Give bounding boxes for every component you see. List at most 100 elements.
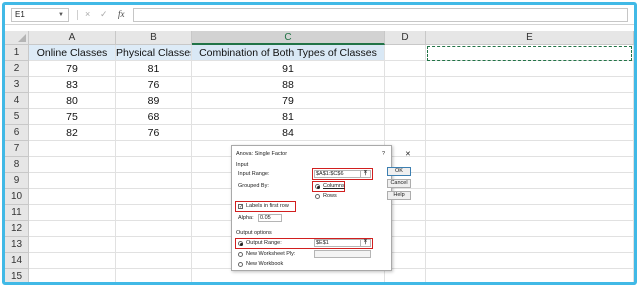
cell-e13[interactable] [426, 237, 634, 253]
cell-e8[interactable] [426, 157, 634, 173]
row-header-10[interactable]: 10 [5, 189, 29, 205]
column-header-d[interactable]: D [385, 31, 426, 45]
cell-b6[interactable]: 76 [116, 125, 192, 141]
cell-b7[interactable] [116, 141, 192, 157]
cell-c1[interactable]: Combination of Both Types of Classes [192, 45, 385, 61]
alpha-field[interactable]: 0.05 [258, 214, 282, 222]
cell-a5[interactable]: 75 [29, 109, 116, 125]
enter-check-icon[interactable]: ✓ [100, 8, 108, 21]
cell-e7[interactable] [426, 141, 634, 157]
cell-a15[interactable] [29, 269, 116, 282]
output-range-radio[interactable] [238, 241, 243, 246]
cell-a14[interactable] [29, 253, 116, 269]
help-icon[interactable]: ? [382, 151, 385, 158]
cell-e10[interactable] [426, 189, 634, 205]
cell-d15[interactable] [385, 269, 426, 282]
output-range-field[interactable]: $E$1 ⤒ [314, 239, 371, 247]
row-header-12[interactable]: 12 [5, 221, 29, 237]
cancel-icon[interactable]: × [85, 8, 90, 21]
column-header-c[interactable]: C [192, 31, 385, 45]
cell-a12[interactable] [29, 221, 116, 237]
row-header-9[interactable]: 9 [5, 173, 29, 189]
cell-a7[interactable] [29, 141, 116, 157]
cell-d6[interactable] [385, 125, 426, 141]
ok-button[interactable]: OK [387, 167, 411, 176]
row-header-7[interactable]: 7 [5, 141, 29, 157]
rows-radio[interactable] [315, 194, 320, 199]
cancel-button[interactable]: Cancel [387, 179, 411, 188]
row-header-14[interactable]: 14 [5, 253, 29, 269]
row-header-8[interactable]: 8 [5, 157, 29, 173]
cell-c6[interactable]: 84 [192, 125, 385, 141]
cell-e5[interactable] [426, 109, 634, 125]
cell-e2[interactable] [426, 61, 634, 77]
new-workbook-radio[interactable] [238, 262, 243, 267]
row-header-2[interactable]: 2 [5, 61, 29, 77]
row-header-11[interactable]: 11 [5, 205, 29, 221]
labels-checkbox[interactable]: ✓ [238, 204, 243, 210]
column-header-b[interactable]: B [116, 31, 192, 45]
cell-b2[interactable]: 81 [116, 61, 192, 77]
insert-function-icon[interactable]: fx [118, 8, 125, 21]
new-worksheet-field[interactable] [314, 250, 371, 258]
row-header-4[interactable]: 4 [5, 93, 29, 109]
cell-d2[interactable] [385, 61, 426, 77]
cell-b14[interactable] [116, 253, 192, 269]
formula-input[interactable] [133, 8, 628, 22]
row-header-3[interactable]: 3 [5, 77, 29, 93]
collapse-dialog-icon[interactable]: ⤒ [360, 239, 370, 247]
cell-c5[interactable]: 81 [192, 109, 385, 125]
cell-a10[interactable] [29, 189, 116, 205]
cell-a4[interactable]: 80 [29, 93, 116, 109]
cell-b12[interactable] [116, 221, 192, 237]
cell-d5[interactable] [385, 109, 426, 125]
input-range-field[interactable]: $A$1:$C$6 ⤒ [314, 170, 371, 178]
column-header-e[interactable]: E [426, 31, 634, 45]
cell-a13[interactable] [29, 237, 116, 253]
cell-b4[interactable]: 89 [116, 93, 192, 109]
cell-e9[interactable] [426, 173, 634, 189]
cell-e12[interactable] [426, 221, 634, 237]
cell-b9[interactable] [116, 173, 192, 189]
cell-a1[interactable]: Online Classes [29, 45, 116, 61]
cell-e4[interactable] [426, 93, 634, 109]
cell-b15[interactable] [116, 269, 192, 282]
cell-e14[interactable] [426, 253, 634, 269]
cell-b8[interactable] [116, 157, 192, 173]
new-worksheet-radio[interactable] [238, 252, 243, 257]
row-header-1[interactable]: 1 [5, 45, 29, 61]
chevron-down-icon[interactable]: ▼ [58, 9, 64, 21]
cell-b10[interactable] [116, 189, 192, 205]
cell-a2[interactable]: 79 [29, 61, 116, 77]
columns-radio[interactable] [315, 184, 320, 189]
cell-e3[interactable] [426, 77, 634, 93]
cell-a9[interactable] [29, 173, 116, 189]
row-header-15[interactable]: 15 [5, 269, 29, 282]
cell-a8[interactable] [29, 157, 116, 173]
cell-a11[interactable] [29, 205, 116, 221]
help-button[interactable]: Help [387, 191, 411, 200]
column-header-a[interactable]: A [29, 31, 116, 45]
row-header-6[interactable]: 6 [5, 125, 29, 141]
cell-a3[interactable]: 83 [29, 77, 116, 93]
select-all-corner[interactable] [5, 31, 29, 45]
cell-e11[interactable] [426, 205, 634, 221]
cell-e1[interactable] [426, 45, 634, 61]
cell-b5[interactable]: 68 [116, 109, 192, 125]
cell-d1[interactable] [385, 45, 426, 61]
close-icon[interactable]: ✕ [405, 151, 411, 158]
cell-c15[interactable] [192, 269, 385, 282]
row-header-13[interactable]: 13 [5, 237, 29, 253]
cell-c4[interactable]: 79 [192, 93, 385, 109]
cell-d4[interactable] [385, 93, 426, 109]
cell-e6[interactable] [426, 125, 634, 141]
cell-c3[interactable]: 88 [192, 77, 385, 93]
cell-b1[interactable]: Physical Classes [116, 45, 192, 61]
collapse-dialog-icon[interactable]: ⤒ [360, 170, 370, 178]
cell-d3[interactable] [385, 77, 426, 93]
name-box[interactable]: E1 ▼ [11, 8, 69, 22]
cell-b3[interactable]: 76 [116, 77, 192, 93]
cell-b11[interactable] [116, 205, 192, 221]
cell-c2[interactable]: 91 [192, 61, 385, 77]
row-header-5[interactable]: 5 [5, 109, 29, 125]
